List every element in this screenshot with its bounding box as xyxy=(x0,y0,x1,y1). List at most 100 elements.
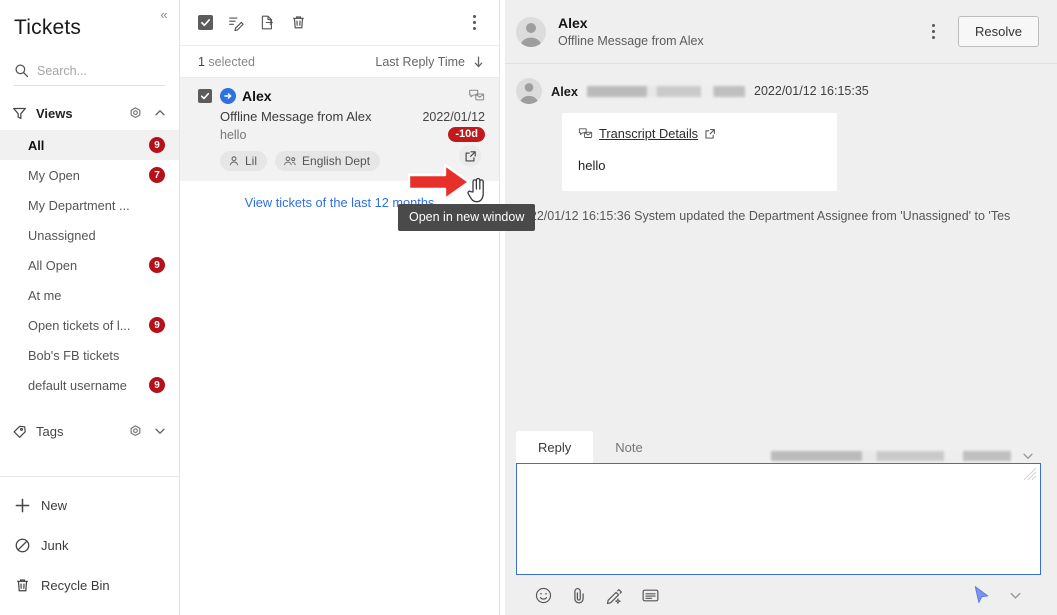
ticket-detail-panel: Alex Offline Message from Alex Resolve A… xyxy=(500,0,1057,615)
recycle-bin-label: Recycle Bin xyxy=(41,577,110,593)
quick-reply-icon[interactable] xyxy=(605,586,624,605)
detail-more-icon[interactable] xyxy=(924,24,942,39)
message-author: Alex xyxy=(551,83,579,99)
unread-badge: 9 xyxy=(149,257,165,273)
canned-response-icon[interactable] xyxy=(641,587,660,604)
transcript-icon xyxy=(578,127,593,141)
plus-icon xyxy=(14,497,31,514)
detail-header: Alex Offline Message from Alex Resolve xyxy=(500,0,1057,64)
sidebar-bottom-actions: New Junk Recycle Bin xyxy=(0,476,179,615)
detail-customer-name: Alex xyxy=(558,15,588,31)
list-status-bar: 1 selected Last Reply Time xyxy=(180,46,499,78)
recycle-bin-button[interactable]: Recycle Bin xyxy=(0,565,179,605)
overdue-badge: -10d xyxy=(448,127,485,142)
sidebar-collapse-button[interactable]: « xyxy=(155,6,173,24)
message-envelope-icon xyxy=(468,88,485,104)
section-views-label: Views xyxy=(36,105,73,121)
chevron-up-icon[interactable] xyxy=(153,106,167,120)
sidebar-item-my-open[interactable]: My Open 7 xyxy=(0,160,179,190)
sidebar-item-bobs-fb-tickets[interactable]: Bob's FB tickets xyxy=(0,340,179,370)
emoji-icon[interactable] xyxy=(534,586,553,605)
delete-icon[interactable] xyxy=(290,14,307,31)
unread-badge: 9 xyxy=(149,137,165,153)
mark-read-icon[interactable] xyxy=(227,14,245,32)
filter-icon xyxy=(12,106,27,121)
gear-icon[interactable] xyxy=(128,424,143,439)
reply-textarea[interactable] xyxy=(516,463,1041,575)
sidebar-item-label: Open tickets of l... xyxy=(28,317,131,333)
open-in-new-window-icon[interactable] xyxy=(459,145,481,167)
arrow-down-icon xyxy=(472,55,485,69)
department-chip[interactable]: English Dept xyxy=(275,151,381,171)
avatar-person-icon xyxy=(520,22,542,47)
avatar xyxy=(516,78,542,104)
ticket-checkbox[interactable] xyxy=(198,89,212,103)
junk-button[interactable]: Junk xyxy=(0,525,179,565)
section-tags[interactable]: Tags xyxy=(0,414,179,448)
ticket-row-title: Alex xyxy=(198,88,485,104)
export-icon[interactable] xyxy=(259,14,276,31)
chevron-down-icon[interactable] xyxy=(153,424,167,438)
transcript-details-link[interactable]: Transcript Details xyxy=(578,126,716,141)
sidebar-item-default-username[interactable]: default username 9 xyxy=(0,370,179,400)
gear-icon[interactable] xyxy=(128,106,143,121)
resolve-button[interactable]: Resolve xyxy=(958,16,1039,47)
sidebar-item-my-department[interactable]: My Department ... xyxy=(0,190,179,220)
sidebar-item-label: All xyxy=(28,137,45,153)
message-header: Alex 2022/01/12 16:15:35 xyxy=(516,78,1041,104)
message-bubble: Transcript Details hello xyxy=(562,113,837,191)
selected-count-label: selected xyxy=(204,54,255,69)
ticket-preview: hello xyxy=(220,127,247,142)
department-chip-label: English Dept xyxy=(302,154,371,168)
resize-grip-icon[interactable] xyxy=(1023,467,1037,481)
sidebar-item-open-tickets-of-l[interactable]: Open tickets of l... 9 xyxy=(0,310,179,340)
external-link-icon xyxy=(704,128,716,140)
sidebar-item-unassigned[interactable]: Unassigned xyxy=(0,220,179,250)
sidebar-item-label: default username xyxy=(28,377,127,393)
tag-icon xyxy=(12,424,27,439)
junk-label: Junk xyxy=(41,537,69,553)
ticket-list-item[interactable]: Alex Offline Message from Alex 2022/01/1… xyxy=(180,78,499,181)
ticket-row-chips: Lil English Dept xyxy=(220,151,485,171)
list-more-icon[interactable] xyxy=(465,15,483,30)
search-icon xyxy=(14,63,29,78)
tooltip: Open in new window xyxy=(398,204,536,231)
search-input[interactable] xyxy=(29,62,200,79)
list-toolbar xyxy=(180,0,499,46)
new-ticket-button[interactable]: New xyxy=(0,485,179,525)
message-body: hello xyxy=(578,157,606,173)
sort-control[interactable]: Last Reply Time xyxy=(375,55,485,69)
detail-header-text: Alex Offline Message from Alex xyxy=(558,15,924,48)
editor-tabs: Reply Note xyxy=(516,431,1041,463)
inbound-arrow-icon xyxy=(220,88,236,104)
trash-icon xyxy=(14,577,31,594)
select-all-checkbox[interactable] xyxy=(198,15,213,30)
message-timestamp: 2022/01/12 16:15:35 xyxy=(754,84,869,98)
message-author-email-redacted xyxy=(587,85,746,97)
sidebar-item-all-open[interactable]: All Open 9 xyxy=(0,250,179,280)
sort-label: Last Reply Time xyxy=(375,54,465,69)
detail-subject: Offline Message from Alex xyxy=(558,34,704,48)
tab-reply[interactable]: Reply xyxy=(516,431,594,463)
send-arrow xyxy=(974,585,989,603)
section-views[interactable]: Views xyxy=(0,96,179,130)
sidebar-item-all[interactable]: All 9 xyxy=(0,130,179,160)
sidebar-item-at-me[interactable]: At me xyxy=(0,280,179,310)
editor-toolbar xyxy=(516,575,1041,615)
send-options-chevron-down-icon[interactable] xyxy=(1008,588,1023,603)
attachment-icon[interactable] xyxy=(570,586,588,605)
page-title: Tickets xyxy=(14,16,82,39)
ticket-row-subject: Offline Message from Alex 2022/01/12 xyxy=(220,109,485,124)
send-cursor-icon[interactable] xyxy=(972,585,991,606)
transcript-details-label: Transcript Details xyxy=(599,126,699,141)
chevron-down-icon[interactable] xyxy=(1021,449,1035,463)
ticket-name: Alex xyxy=(242,88,272,104)
editor-selector[interactable] xyxy=(665,449,1041,463)
unread-badge: 7 xyxy=(149,167,165,183)
ticket-date: 2022/01/12 xyxy=(422,110,485,124)
tab-note[interactable]: Note xyxy=(593,431,664,463)
system-event-line: 2022/01/12 16:15:36 System updated the D… xyxy=(516,208,1011,223)
sidebar: « Tickets Views xyxy=(0,0,215,615)
assignee-chip[interactable]: Lil xyxy=(220,151,268,171)
